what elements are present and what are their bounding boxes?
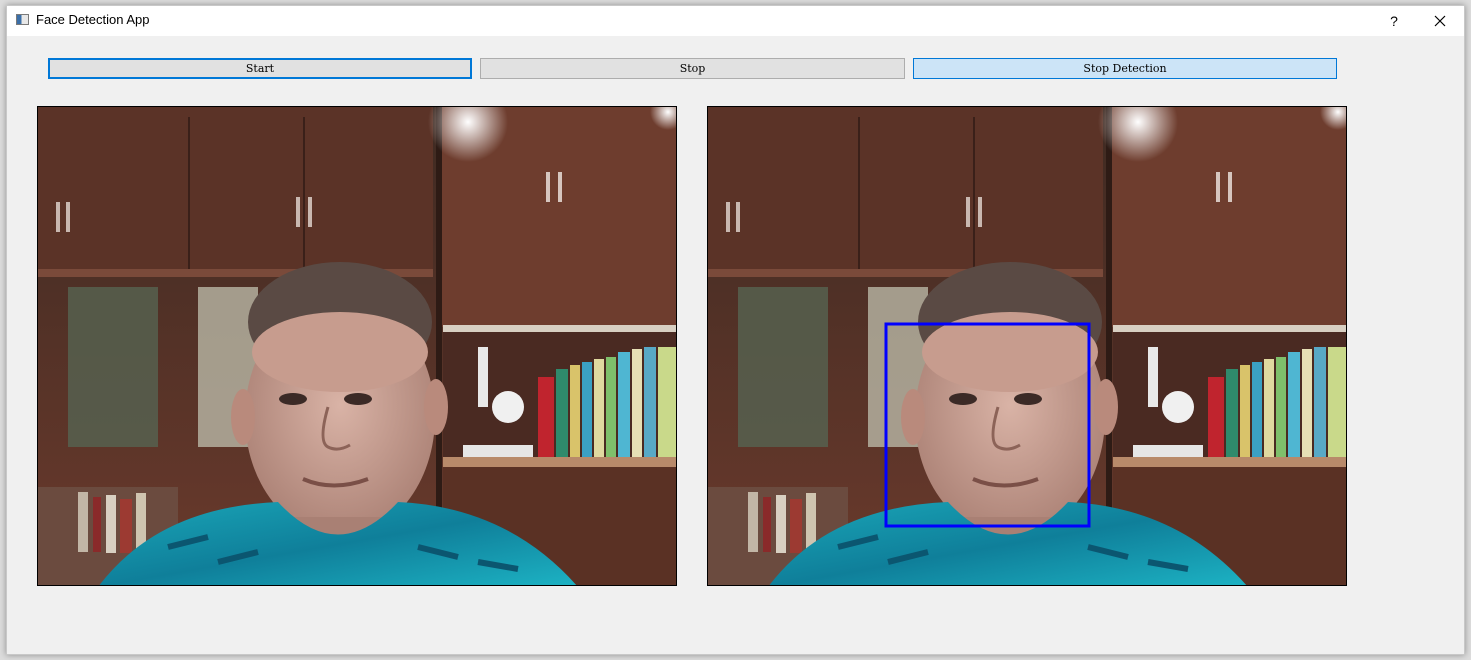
help-button[interactable]: ? <box>1372 6 1416 36</box>
main-window: Face Detection App ? Start Stop Stop Det… <box>6 5 1465 655</box>
title-bar[interactable]: Face Detection App ? <box>7 6 1464 36</box>
close-icon <box>1434 15 1446 27</box>
window-app-icon <box>16 14 29 25</box>
detection-video-view <box>707 106 1347 586</box>
detection-frame-image <box>708 107 1347 586</box>
original-video-view <box>37 106 677 586</box>
window-title: Face Detection App <box>36 12 150 27</box>
stop-button[interactable]: Stop <box>480 58 905 79</box>
close-button[interactable] <box>1418 6 1462 36</box>
stop-detection-button[interactable]: Stop Detection <box>913 58 1337 79</box>
camera-frame-image <box>38 107 677 586</box>
start-button[interactable]: Start <box>48 58 472 79</box>
